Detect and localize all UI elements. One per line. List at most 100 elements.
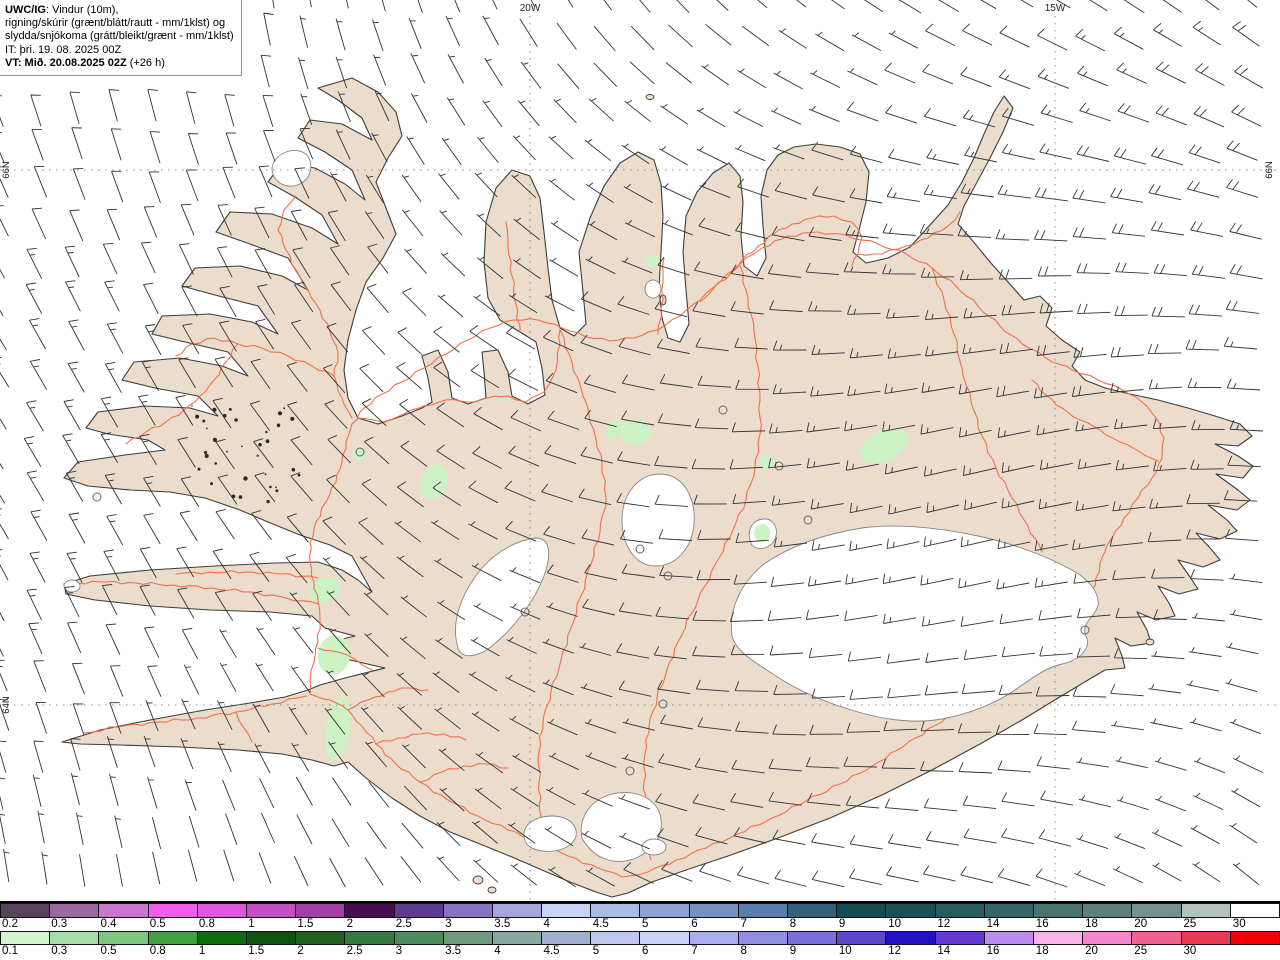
sleet-snow-scale-cell bbox=[1229, 932, 1279, 944]
title-line-2: rigning/skúrir (grænt/blátt/rautt - mm/1… bbox=[5, 17, 226, 30]
rain-scale-cell bbox=[491, 904, 542, 917]
sleet-snow-scale-tick-label: 16 bbox=[986, 945, 1000, 957]
sleet-snow-scale-tick-label: 2.5 bbox=[346, 945, 363, 957]
parallel-label: 66N bbox=[1, 161, 12, 179]
rain-scale-tick-label: 1 bbox=[248, 918, 255, 930]
sleet-snow-scale-cell bbox=[983, 932, 1033, 944]
rain-scale-tick-label: 18 bbox=[1085, 918, 1098, 930]
sleet-snow-scale-cell bbox=[1032, 932, 1083, 944]
sleet-snow-scale-tick-label: 10 bbox=[838, 945, 852, 957]
sleet-snow-scale-cell bbox=[49, 932, 99, 944]
sleet-snow-scale-tick-label: 1.5 bbox=[248, 945, 265, 957]
rain-scale-cell bbox=[1229, 904, 1279, 917]
sleet-snow-scale-tick-label: 6 bbox=[642, 945, 649, 957]
sleet-snow-scale-cell bbox=[787, 932, 837, 944]
sleet-snow-scale-cell bbox=[885, 932, 935, 944]
sleet-snow-scale-cell bbox=[147, 932, 197, 944]
rain-scale-tick-label: 0.3 bbox=[51, 918, 68, 930]
sleet-snow-scale-cell bbox=[1, 932, 50, 944]
rain-scale-cell bbox=[1180, 904, 1230, 917]
rain-scale-tick-label: 0.4 bbox=[100, 918, 117, 930]
sleet-snow-scale-tick-label: 9 bbox=[789, 945, 797, 957]
rain-scale-cell bbox=[196, 904, 246, 917]
sleet-snow-scale-cell bbox=[442, 932, 492, 944]
rain-scale-tick-label: 1.5 bbox=[297, 918, 314, 930]
rain-scale-tick-label: 14 bbox=[986, 918, 1000, 930]
sleet-snow-scale-tick-label: 0.5 bbox=[100, 945, 117, 957]
sleet-snow-scale-cell bbox=[590, 932, 640, 944]
rain-scale-cell bbox=[1082, 904, 1132, 917]
valid-time: VT: Mið. 20.08.2025 02Z (+26 h) bbox=[5, 56, 165, 69]
rain-scale-cell bbox=[98, 904, 148, 917]
sleet-snow-scale-tick-label: 3.5 bbox=[445, 945, 462, 957]
rain-scale-cell bbox=[49, 904, 99, 917]
sleet-snow-scale-tick-label: 5 bbox=[592, 945, 600, 957]
sleet-snow-scale-tick-label: 4 bbox=[494, 945, 501, 957]
sleet-snow-scale-tick-label: 0.1 bbox=[2, 945, 18, 957]
rain-scale-tick-label: 5 bbox=[642, 918, 649, 930]
rain-scale-tick-label: 12 bbox=[937, 918, 951, 930]
rain-scale-tick-label: 30 bbox=[1232, 918, 1246, 930]
sleet-snow-scale-cell bbox=[1082, 932, 1132, 944]
rain-scale-tick-label: 10 bbox=[888, 918, 901, 930]
sleet-snow-scale-tick-label: 1 bbox=[198, 945, 206, 957]
sleet-snow-scale-cell bbox=[245, 932, 296, 944]
rain-scale-tick-label: 3.5 bbox=[494, 918, 511, 930]
rain-scale-cell bbox=[1, 904, 50, 917]
rain-scale-cell bbox=[787, 904, 837, 917]
sleet-snow-scale-cell bbox=[688, 932, 738, 944]
init-time: IT: þri. 19. 08. 2025 00Z bbox=[5, 43, 122, 56]
meridian-label: 20W bbox=[520, 3, 541, 14]
sleet-snow-scale-tick-label: 3 bbox=[395, 945, 403, 957]
rain-scale-tick-label: 0.5 bbox=[149, 918, 166, 930]
sleet-snow-scale-cell bbox=[1131, 932, 1181, 944]
rain-scale-row bbox=[0, 903, 1280, 918]
sleet-snow-scale-tick-label: 2 bbox=[297, 945, 304, 957]
product-id: UWC/IG bbox=[5, 4, 46, 16]
title-line-3: slydda/snjókoma (grátt/bleikt/grænt - mm… bbox=[5, 30, 234, 43]
title-box: UWC/IG: Vindur (10m), rigning/skúrir (gr… bbox=[0, 0, 242, 77]
sleet-snow-scale-cell bbox=[491, 932, 542, 944]
legend-colorbars: 0.2 0.3 0.4 0.5 0.8 1 1.5 2 2.5 3 3.5 4 4.5 5 6 7 8 9 10 12… bbox=[0, 901, 1280, 960]
sleet-snow-scale-tick-label: 20 bbox=[1085, 945, 1098, 957]
sleet-snow-scale-cell bbox=[1180, 932, 1230, 944]
sleet-snow-scale-cell bbox=[934, 932, 984, 944]
sleet-snow-scale-tick-label: 12 bbox=[888, 945, 901, 957]
sleet-snow-scale-cell bbox=[196, 932, 246, 944]
rain-scale-cell bbox=[836, 904, 886, 917]
rain-scale-cell bbox=[147, 904, 197, 917]
rain-scale-tick-label: 16 bbox=[1035, 918, 1049, 930]
sleet-snow-scale-row bbox=[0, 931, 1280, 945]
rain-scale-tick-label: 9 bbox=[838, 918, 846, 930]
sleet-snow-scale-cell bbox=[541, 932, 591, 944]
sleet-snow-scale-tick-label: 4.5 bbox=[543, 945, 560, 957]
rain-scale-cell bbox=[934, 904, 984, 917]
sleet-snow-scale-tick-label: 0.3 bbox=[51, 945, 68, 957]
sleet-snow-scale-tick-label: 7 bbox=[691, 945, 698, 957]
rain-scale-tick-label: 4.5 bbox=[592, 918, 609, 930]
rain-scale-cell bbox=[737, 904, 787, 917]
rain-scale-cell bbox=[295, 904, 345, 917]
parallel-label: 64N bbox=[1, 696, 12, 714]
rain-scale-cell bbox=[541, 904, 591, 917]
sleet-snow-scale-cell bbox=[737, 932, 787, 944]
meridian-label: 15W bbox=[1045, 3, 1066, 14]
sleet-snow-scale-cell bbox=[639, 932, 689, 944]
rain-scale-tick-label: 8 bbox=[789, 918, 797, 930]
rain-scale-cell bbox=[639, 904, 689, 917]
rain-scale-cell bbox=[885, 904, 935, 917]
sleet-snow-scale-cell bbox=[836, 932, 886, 944]
rain-scale-tick-label: 20 bbox=[1134, 918, 1148, 930]
weather-map: 20W 15W 66N 66N 64N bbox=[0, 0, 1280, 900]
sleet-snow-scale-tick-label: 0.8 bbox=[149, 945, 166, 957]
rain-scale-tick-label: 3 bbox=[445, 918, 452, 930]
sleet-snow-scale-tick-label: 30 bbox=[1183, 945, 1197, 957]
sleet-snow-scale-cell bbox=[344, 932, 394, 944]
sleet-snow-scale-cell bbox=[98, 932, 148, 944]
rain-scale-cell bbox=[344, 904, 394, 917]
parallel-label: 66N bbox=[1264, 161, 1275, 179]
rain-scale-cell bbox=[590, 904, 640, 917]
sleet-snow-scale-tick-label: 14 bbox=[937, 945, 951, 957]
rain-scale-cell bbox=[393, 904, 443, 917]
rain-scale-cell bbox=[1032, 904, 1083, 917]
